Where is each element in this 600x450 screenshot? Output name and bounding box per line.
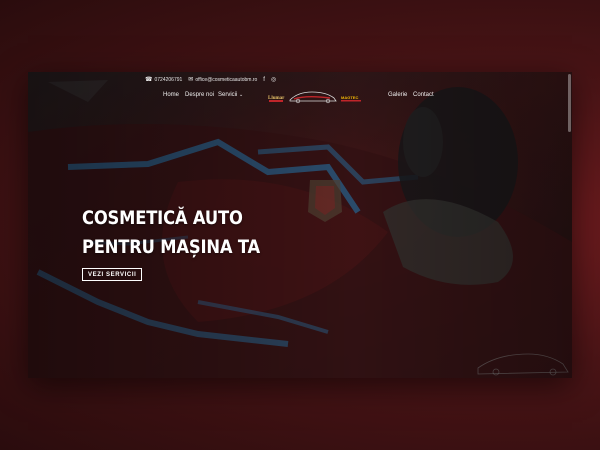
- nav-link-about[interactable]: Despre noi: [185, 92, 214, 98]
- email-address: office@cosmeticaautobm.ro: [195, 77, 258, 83]
- facebook-icon[interactable]: f: [263, 77, 265, 83]
- nav-link-home[interactable]: Home: [163, 92, 179, 98]
- nav-services-label: Servicii: [218, 92, 238, 98]
- site-logo: Llumar MAGTEC: [268, 91, 361, 104]
- hero-title: COSMETICĂ AUTO PENTRU MAȘINA TA: [82, 204, 260, 262]
- magtec-logo-text: MAGTEC: [341, 95, 358, 100]
- email-link[interactable]: ✉ office@cosmeticaautobm.ro: [188, 77, 257, 83]
- nav-link-contact[interactable]: Contact: [413, 92, 434, 98]
- scrollbar-thumb[interactable]: [568, 74, 571, 132]
- phone-number: 0724206791: [154, 77, 183, 83]
- hero-title-line-1: COSMETICĂ AUTO: [82, 207, 243, 229]
- instagram-icon[interactable]: ◎: [271, 77, 276, 83]
- hero-title-line-2: PENTRU MAȘINA TA: [82, 236, 261, 258]
- logo-group[interactable]: Llumar MAGTEC: [268, 88, 368, 106]
- view-services-button[interactable]: VEZI SERVICII: [82, 268, 143, 281]
- phone-link[interactable]: ☎ 0724206791: [145, 77, 182, 83]
- browser-viewport: ☎ 0724206791 ✉ office@cosmeticaautobm.ro…: [28, 72, 572, 378]
- top-contact-bar: ☎ 0724206791 ✉ office@cosmeticaautobm.ro…: [145, 75, 276, 85]
- nav-link-services[interactable]: Servicii ⌄: [218, 92, 243, 98]
- chevron-down-icon: ⌄: [239, 92, 244, 98]
- nav-link-gallery[interactable]: Galerie: [388, 92, 407, 98]
- phone-icon: ☎: [145, 77, 153, 83]
- main-navigation: Home Despre noi Servicii ⌄ Llumar MAGTEC…: [28, 86, 572, 108]
- envelope-icon: ✉: [188, 77, 194, 83]
